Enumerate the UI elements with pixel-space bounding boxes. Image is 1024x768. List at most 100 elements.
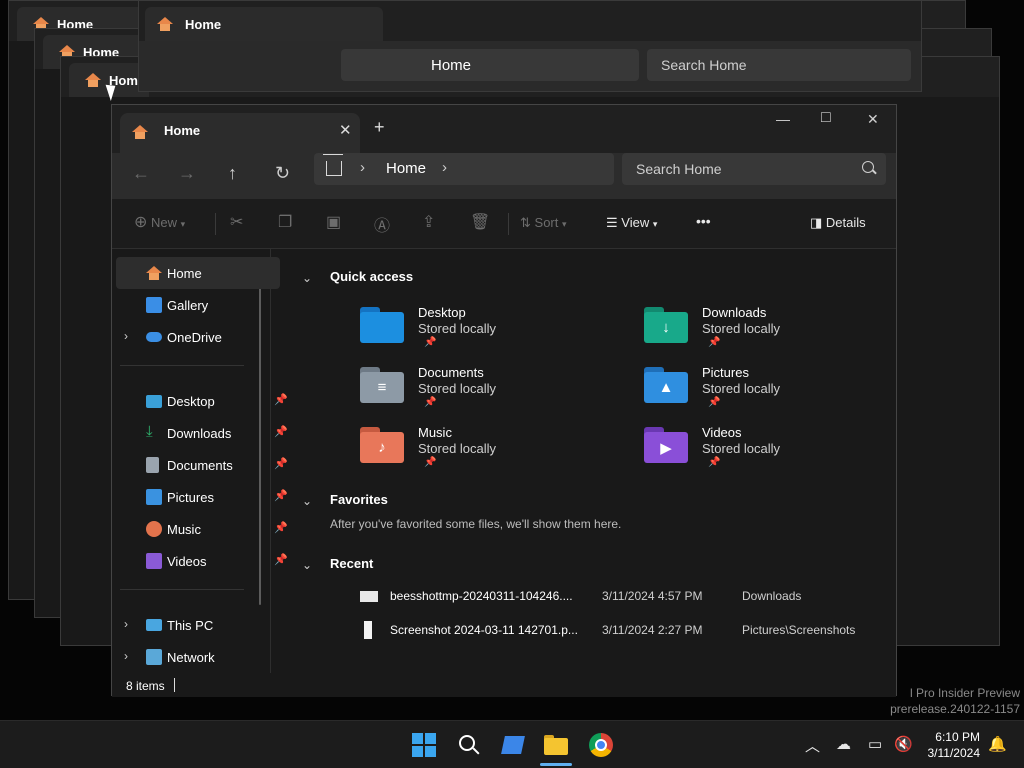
paste-icon[interactable]: ▣ bbox=[326, 212, 341, 232]
more-options-button[interactable]: ••• bbox=[696, 213, 711, 229]
sidebar-item-downloads[interactable]: ⤓ Downloads 📌 bbox=[116, 417, 288, 449]
system-clock[interactable]: 6:10 PM 3/11/2024 bbox=[928, 729, 981, 761]
sidebar-item-gallery[interactable]: Gallery bbox=[116, 289, 280, 321]
recent-row[interactable]: beesshottmp-20240311-104246.... 3/11/202… bbox=[358, 587, 878, 607]
close-button[interactable]: ✕ bbox=[867, 111, 879, 128]
app-icon[interactable] bbox=[501, 733, 525, 757]
sidebar-item-home[interactable]: Home bbox=[116, 257, 280, 289]
view-button[interactable]: ☰ View ▾ bbox=[606, 215, 657, 231]
pin-icon: 📌 bbox=[424, 397, 437, 408]
downloads-icon: ⤓ bbox=[146, 423, 153, 440]
volume-muted-icon[interactable]: 🔇 bbox=[894, 735, 913, 753]
copy-icon[interactable]: ❐ bbox=[278, 212, 292, 232]
chevron-right-icon[interactable]: › bbox=[124, 329, 128, 343]
build-watermark-line2: prerelease.240122-1157 bbox=[890, 702, 1020, 716]
recent-row[interactable]: Screenshot 2024-03-11 142701.p... 3/11/2… bbox=[358, 621, 878, 641]
back-button[interactable]: ← bbox=[132, 163, 150, 184]
chevron-right-icon[interactable]: › bbox=[124, 649, 128, 663]
quick-access-music[interactable]: ♪ Music Stored locally 📌 bbox=[360, 425, 600, 481]
new-button[interactable]: ⊕ New ▾ bbox=[134, 212, 185, 232]
favorites-header[interactable]: Favorites bbox=[330, 492, 388, 507]
item-count: 8 items bbox=[126, 679, 165, 693]
chrome-icon[interactable] bbox=[589, 733, 613, 757]
quick-access-desktop[interactable]: Desktop Stored locally 📌 bbox=[360, 305, 600, 361]
taskbar: ︿ ☁ ▭ 🔇 6:10 PM 3/11/2024 🔔 bbox=[0, 720, 1024, 768]
pin-icon: 📌 bbox=[708, 457, 721, 468]
sidebar-item-network[interactable]: › Network bbox=[116, 641, 280, 673]
sidebar-item-desktop[interactable]: Desktop 📌 bbox=[116, 385, 288, 417]
notification-bell-icon[interactable]: 🔔 bbox=[988, 735, 1007, 753]
sidebar-item-music[interactable]: Music 📌 bbox=[116, 513, 288, 545]
recent-header[interactable]: Recent bbox=[330, 556, 373, 571]
search-placeholder: Search Home bbox=[636, 161, 722, 177]
sidebar-item-this-pc[interactable]: › This PC bbox=[116, 609, 280, 641]
up-button[interactable]: ↑ bbox=[228, 163, 237, 184]
forward-button[interactable]: → bbox=[178, 163, 196, 184]
file-explorer-window[interactable]: Home ✕ + — □ ✕ ← → ↑ ↻ › Home › Search H… bbox=[111, 104, 897, 697]
maximize-button[interactable]: □ bbox=[821, 109, 831, 127]
onedrive-offline-icon[interactable]: ☁ bbox=[836, 735, 851, 753]
main-content: ⌄ Quick access Desktop Stored locally 📌 … bbox=[272, 249, 896, 673]
details-pane-icon: ◨ bbox=[810, 215, 823, 230]
build-watermark: l Pro Insider Preview bbox=[909, 686, 1020, 700]
sidebar-item-pictures[interactable]: Pictures 📌 bbox=[116, 481, 288, 513]
sidebar-item-documents[interactable]: Documents 📌 bbox=[116, 449, 288, 481]
minimize-button[interactable]: — bbox=[776, 111, 790, 127]
home-icon bbox=[157, 17, 173, 31]
chevron-up-icon[interactable]: ︿ bbox=[805, 735, 820, 756]
clock-time: 6:10 PM bbox=[935, 730, 980, 744]
file-explorer-taskbar-icon[interactable] bbox=[540, 733, 572, 766]
chevron-right-icon[interactable]: › bbox=[124, 617, 128, 631]
tab-close-icon[interactable]: ✕ bbox=[339, 121, 352, 139]
chevron-down-icon[interactable]: ⌄ bbox=[302, 494, 312, 508]
network-icon bbox=[146, 649, 162, 665]
home-icon bbox=[146, 266, 162, 280]
search-taskbar-button[interactable] bbox=[457, 733, 481, 757]
chevron-down-icon: ▾ bbox=[180, 219, 186, 229]
cut-icon[interactable]: ✂ bbox=[230, 212, 243, 232]
videos-icon bbox=[146, 553, 162, 569]
sort-button[interactable]: ⇅ Sort ▾ bbox=[520, 215, 567, 231]
quick-access-pictures[interactable]: ▲ Pictures Stored locally 📌 bbox=[644, 365, 884, 421]
search-icon[interactable] bbox=[862, 161, 874, 173]
quick-access-header[interactable]: Quick access bbox=[330, 269, 413, 284]
gallery-icon bbox=[146, 297, 162, 313]
desktop-folder-icon bbox=[360, 307, 404, 343]
details-button[interactable]: ◨ Details bbox=[810, 215, 866, 231]
search-input[interactable]: Search Home bbox=[622, 153, 886, 185]
desktop-icon bbox=[146, 395, 162, 408]
share-icon[interactable]: ⇪ bbox=[422, 212, 435, 232]
home-icon[interactable] bbox=[323, 154, 343, 176]
sidebar-item-onedrive[interactable]: › OneDrive bbox=[116, 321, 280, 353]
delete-icon[interactable]: 🗑 bbox=[470, 212, 490, 232]
tab-home[interactable]: Home ✕ bbox=[120, 113, 360, 153]
onedrive-icon bbox=[146, 332, 162, 342]
home-icon bbox=[85, 73, 101, 87]
address-bar[interactable]: › Home › bbox=[314, 153, 614, 185]
documents-icon bbox=[146, 457, 159, 473]
chevron-right-icon[interactable]: › bbox=[360, 159, 365, 176]
chevron-down-icon[interactable]: ⌄ bbox=[302, 271, 312, 285]
quick-access-videos[interactable]: ▶ Videos Stored locally 📌 bbox=[644, 425, 884, 481]
quick-access-documents[interactable]: ≡ Documents Stored locally 📌 bbox=[360, 365, 600, 421]
quick-access-downloads[interactable]: ↓ Downloads Stored locally 📌 bbox=[644, 305, 884, 361]
start-button[interactable] bbox=[412, 733, 436, 757]
chevron-down-icon: ▾ bbox=[652, 219, 658, 229]
chevron-down-icon[interactable]: ⌄ bbox=[302, 558, 312, 572]
pin-icon: 📌 bbox=[424, 337, 437, 348]
new-tab-button[interactable]: + bbox=[374, 117, 385, 138]
documents-folder-icon: ≡ bbox=[360, 367, 404, 403]
rename-icon[interactable]: Ⓐ bbox=[374, 212, 390, 236]
breadcrumb[interactable]: Home bbox=[386, 160, 426, 177]
background-explorer-window[interactable]: Home Home Search Home bbox=[138, 0, 922, 92]
clock-date: 3/11/2024 bbox=[927, 746, 981, 760]
plus-circle-icon: ⊕ bbox=[134, 214, 148, 231]
refresh-button[interactable]: ↻ bbox=[275, 163, 290, 184]
sidebar-item-videos[interactable]: Videos 📌 bbox=[116, 545, 288, 577]
chevron-right-icon[interactable]: › bbox=[442, 159, 447, 176]
this-pc-icon bbox=[146, 619, 162, 631]
favorites-empty-message: After you've favorited some files, we'll… bbox=[330, 517, 622, 531]
command-bar: ⊕ New ▾ ✂ ❐ ▣ Ⓐ ⇪ 🗑 ⇅ Sort ▾ ☰ View ▾ ••… bbox=[112, 199, 896, 249]
home-icon bbox=[132, 125, 148, 139]
network-icon[interactable]: ▭ bbox=[868, 735, 882, 753]
